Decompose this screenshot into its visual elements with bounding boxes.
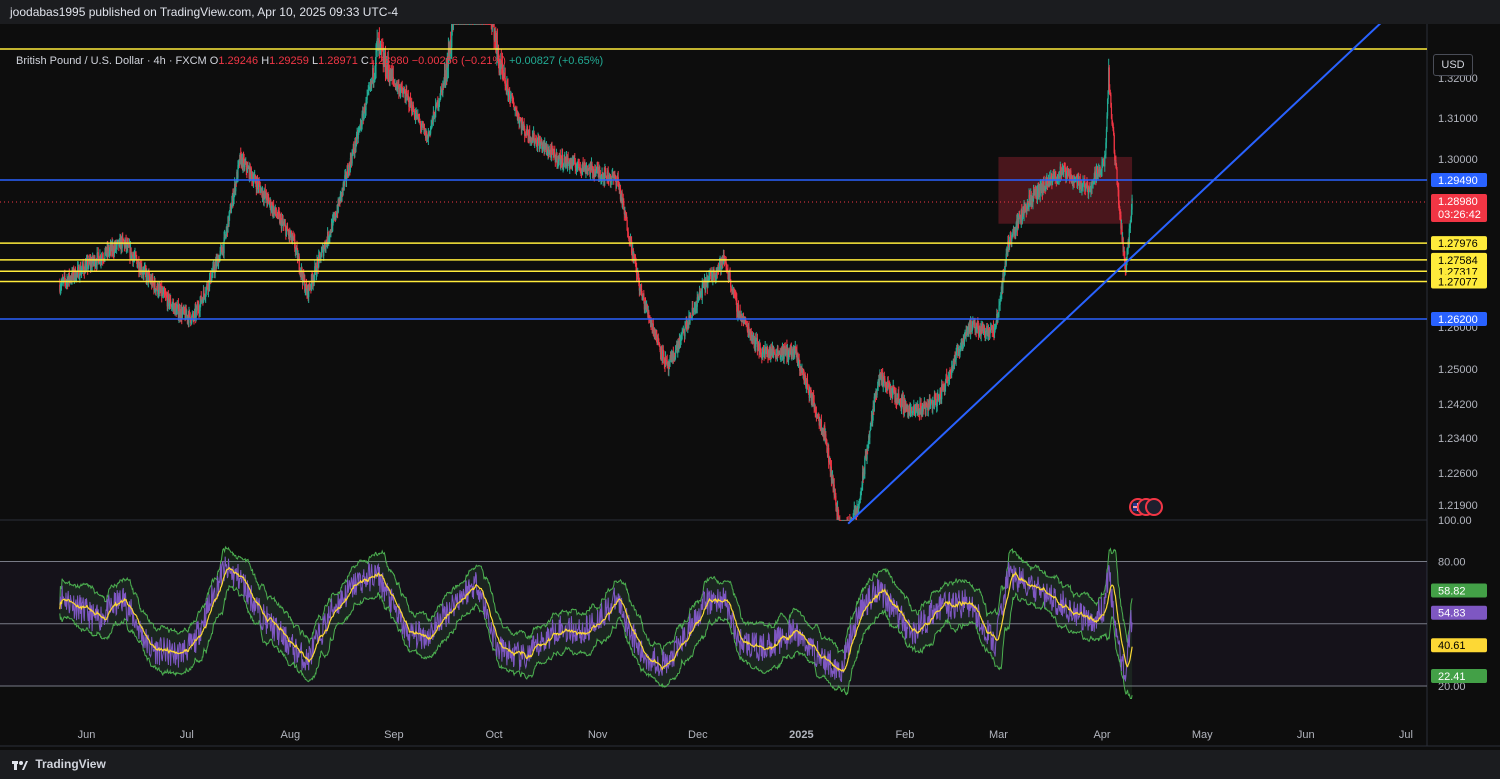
price-tick-label: 1.30000 — [1438, 154, 1478, 166]
time-tick-label: Apr — [1093, 729, 1110, 741]
candle — [757, 341, 760, 351]
price-tick-label: 1.24200 — [1438, 399, 1478, 411]
chart-area[interactable]: 100.00 80.00 20.00 1.32000 1.31000 1.30000 1.… — [0, 0, 1500, 750]
candle — [648, 309, 650, 324]
publish-info-text: joodabas1995 published on TradingView.co… — [10, 5, 399, 19]
price-tick-label: 1.21900 — [1438, 500, 1478, 512]
candle — [681, 327, 683, 340]
level-price-label: 1.27077 — [1431, 274, 1487, 289]
time-tick-label: Jun — [1297, 729, 1315, 741]
candle — [977, 320, 980, 340]
time-tick-label: Jul — [180, 729, 194, 741]
candle — [932, 396, 934, 415]
time-tick-label: May — [1192, 729, 1213, 741]
candle — [998, 298, 1000, 318]
time-tick-label: Aug — [281, 729, 301, 741]
time-tick-label: Feb — [895, 729, 914, 741]
rsi-upper-band-label: 58.82 — [1431, 583, 1487, 598]
candle — [370, 77, 373, 92]
candle — [1062, 165, 1065, 178]
price-tick-label: 1.25000 — [1438, 364, 1478, 376]
price-tick-label: 1.31000 — [1438, 113, 1478, 125]
candle — [221, 244, 223, 253]
candle — [1046, 177, 1049, 191]
time-tick-label: Sep — [384, 729, 404, 741]
candle — [510, 92, 512, 99]
candle — [432, 106, 434, 126]
price-tick-label: 1.22600 — [1438, 468, 1478, 480]
candle — [729, 267, 731, 281]
footer-bar: TradingView — [0, 750, 1500, 779]
time-tick-label: Oct — [486, 729, 503, 741]
rsi-ma-label: 40.61 — [1431, 638, 1487, 653]
candle — [630, 236, 633, 256]
time-tick-label: Jul — [1399, 729, 1413, 741]
uk-event-flag-icon[interactable] — [1145, 498, 1163, 516]
publish-info-bar: joodabas1995 published on TradingView.co… — [0, 0, 1500, 24]
legend-close-label: C — [360, 55, 369, 67]
footer-brand: TradingView — [35, 757, 106, 771]
legend-low-value: 1.28971 — [318, 55, 358, 67]
legend-extra-change: +0.00827 (+0.65%) — [508, 55, 604, 67]
tradingview-logo-icon — [12, 760, 28, 770]
candle — [452, 24, 455, 31]
candle — [534, 141, 536, 149]
rsi-tick-label: 100.00 — [1438, 515, 1472, 527]
rsi-lower-band-label: 22.41 — [1431, 668, 1487, 683]
time-tick-label: 2025 — [789, 729, 813, 741]
candle — [366, 89, 368, 104]
candle — [972, 316, 974, 330]
legend-change: −0.00266 (−0.21%) — [411, 55, 506, 67]
candle — [324, 240, 326, 250]
price-tick-label: 1.23400 — [1438, 433, 1478, 445]
candle — [343, 179, 345, 191]
candle — [773, 347, 775, 353]
candle — [168, 302, 171, 310]
level-price-label: 1.27976 — [1431, 236, 1487, 251]
legend-close-value: 1.28980 — [368, 55, 409, 67]
candle — [122, 232, 124, 244]
time-tick-label: Mar — [989, 729, 1008, 741]
legend-high-value: 1.29259 — [269, 55, 309, 67]
level-price-label: 1.26200 — [1431, 312, 1487, 326]
rsi-tick-label: 80.00 — [1438, 557, 1466, 569]
legend-symbol: British Pound / U.S. Dollar · 4h · FXCM — [16, 55, 207, 67]
candle — [798, 353, 800, 361]
rsi-value-label: 54.83 — [1431, 605, 1487, 620]
time-tick-label: Dec — [688, 729, 708, 741]
candle — [666, 354, 668, 369]
candle — [1078, 172, 1080, 185]
time-tick-label: Jun — [78, 729, 96, 741]
candle — [869, 430, 871, 445]
last-price-label: 1.2898003:26:42 — [1431, 194, 1487, 222]
chart-canvas[interactable]: 100.0080.0020.00 1.320001.310001.300001.… — [0, 0, 1500, 750]
time-tick-label: Nov — [588, 729, 608, 741]
level-price-label: 1.29490 — [1431, 173, 1487, 187]
candle — [1131, 194, 1133, 215]
symbol-legend: British Pound / U.S. Dollar · 4h · FXCM … — [16, 55, 603, 67]
candle — [440, 86, 442, 101]
currency-button[interactable]: USD — [1433, 54, 1473, 76]
candle — [285, 229, 288, 237]
candle — [627, 227, 629, 238]
legend-open-value: 1.29246 — [218, 55, 259, 67]
candle — [154, 277, 156, 290]
candle — [839, 515, 841, 521]
legend-high-label: H — [261, 55, 270, 67]
candle — [427, 127, 429, 146]
